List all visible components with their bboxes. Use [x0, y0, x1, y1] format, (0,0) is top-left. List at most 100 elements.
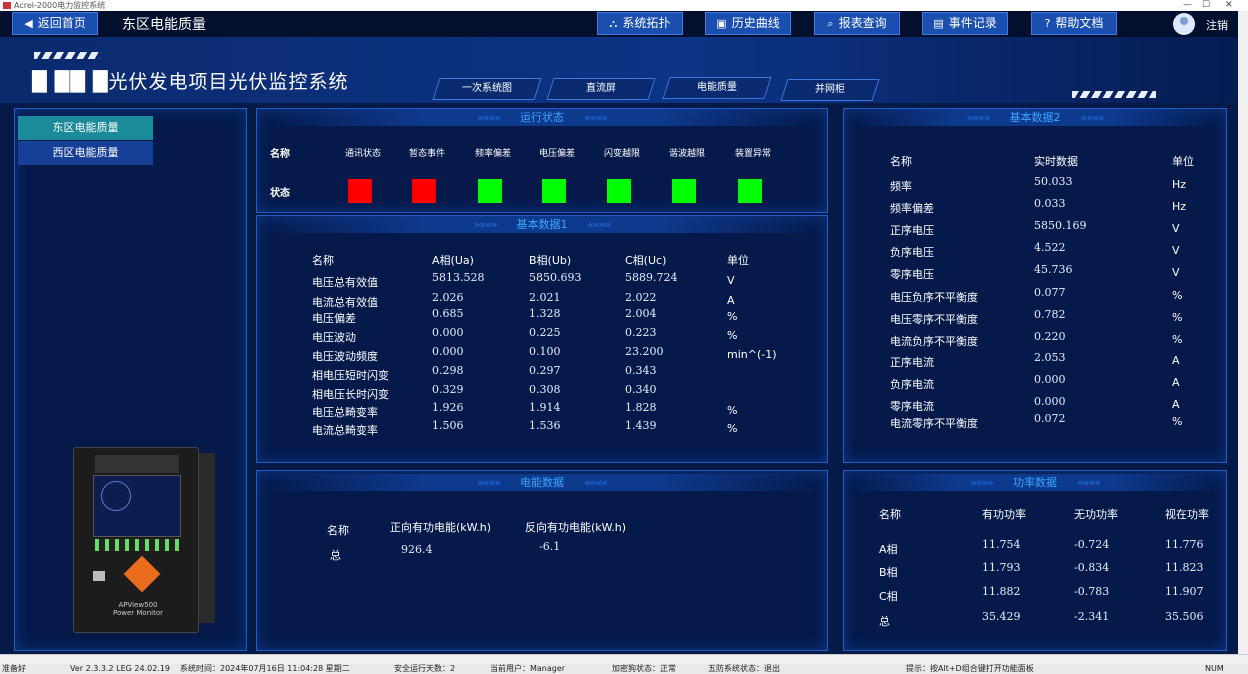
- status-indicator: [348, 179, 372, 203]
- status-ready: 准备好: [2, 664, 26, 673]
- status-item-label: 频率偏差: [475, 149, 512, 159]
- status-indicator: [542, 179, 566, 203]
- basic1-cell: V: [727, 274, 735, 287]
- status-safe-days: 安全运行天数：2: [394, 664, 456, 673]
- power-header: 无功功率: [1074, 508, 1118, 521]
- basic2-cell: 频率偏差: [890, 202, 934, 215]
- topology-label: 系统拓扑: [622, 16, 671, 30]
- basic1-cell: 1.536: [529, 419, 561, 432]
- power-header: 有功功率: [982, 508, 1026, 521]
- tab-label: 直流屏: [586, 83, 616, 94]
- basic1-cell: 5813.528: [432, 271, 485, 284]
- header-arrows-left: »»»»: [473, 218, 498, 231]
- basic2-cell: 电流零序不平衡度: [890, 417, 978, 430]
- status-version: Ver 2.3.3.2 LEG 24.02.19: [70, 664, 171, 673]
- topology-button[interactable]: ⛬ 系统拓扑: [597, 12, 683, 35]
- topology-icon: ⛬: [609, 17, 618, 30]
- basic2-cell: 45.736: [1034, 263, 1073, 276]
- top-nav: ◀ 返回首页 东区电能质量 ⛬ 系统拓扑 ▣ 历史曲线 ⌕ 报表查询 ▤ 事件记录 ? 帮助…: [0, 11, 1248, 37]
- status-indicator: [478, 179, 502, 203]
- basic2-cell: 负序电流: [890, 378, 934, 391]
- maximize-button[interactable]: ☐: [1202, 0, 1210, 11]
- basic2-cell: 2.053: [1034, 351, 1066, 364]
- basic1-header: 名称: [312, 254, 334, 267]
- basic1-cell: 0.297: [529, 364, 561, 377]
- basic2-cell: V: [1172, 266, 1180, 279]
- search-icon: ⌕: [827, 17, 834, 30]
- sidebar-item-east[interactable]: 东区电能质量: [18, 116, 153, 140]
- power-cell: A相: [879, 543, 898, 556]
- basic2-header: 单位: [1172, 155, 1194, 168]
- tab-primary-diagram[interactable]: 一次系统图: [432, 78, 542, 100]
- minimize-button[interactable]: —: [1183, 0, 1192, 11]
- close-button[interactable]: ✕: [1225, 0, 1233, 11]
- vertical-scrollbar[interactable]: [1238, 11, 1248, 654]
- horizontal-scrollbar[interactable]: [0, 654, 1248, 664]
- home-button[interactable]: ◀ 返回首页: [12, 12, 98, 35]
- status-item-label: 装置异常: [735, 149, 772, 159]
- header-arrows-right: ««««: [1080, 111, 1105, 124]
- history-curve-button[interactable]: ▣ 历史曲线: [705, 12, 791, 35]
- power-cell: 35.506: [1165, 610, 1204, 623]
- app-icon: [3, 2, 11, 9]
- basic2-cell: A: [1172, 354, 1180, 367]
- status-bar: 准备好 Ver 2.3.3.2 LEG 24.02.19 系统时间：2024年0…: [0, 664, 1248, 674]
- basic1-cell: 0.223: [625, 326, 657, 339]
- status-indicator: [738, 179, 762, 203]
- avatar[interactable]: [1173, 13, 1195, 35]
- header-arrows-right: ««««: [584, 476, 608, 489]
- basic1-cell: 1.506: [432, 419, 464, 432]
- basic1-cell: 2.004: [625, 307, 657, 320]
- basic-data-2-panel: »»»» 基本数据2 «««« 名称 实时数据 单位 频率 50.033 Hz 频率偏差 0.03…: [843, 108, 1227, 463]
- power-cell: 11.793: [982, 561, 1021, 574]
- report-query-button[interactable]: ⌕ 报表查询: [814, 12, 900, 35]
- sidebar-item-west[interactable]: 西区电能质量: [18, 141, 153, 165]
- event-log-button[interactable]: ▤ 事件记录: [922, 12, 1008, 35]
- run-status-panel: »»»» 运行状态 «««« 名称 状态 通讯状态 暂态事件 频率偏差 电压偏差 闪变越限 谐…: [256, 108, 828, 213]
- basic2-cell: 0.000: [1034, 373, 1066, 386]
- status-num: NUM: [1205, 664, 1224, 673]
- basic1-cell: 0.308: [529, 383, 561, 396]
- panel-title: 运行状态: [520, 111, 564, 124]
- tab-dc-panel[interactable]: 直流屏: [546, 78, 656, 100]
- tab-power-quality[interactable]: 电能质量: [662, 77, 772, 99]
- device-side: [199, 453, 215, 623]
- logout-button[interactable]: 注销: [1206, 17, 1228, 33]
- basic1-cell: 电流总畸变率: [312, 424, 378, 437]
- page-title: 东区电能质量: [122, 17, 206, 33]
- basic2-cell: 0.782: [1034, 308, 1066, 321]
- basic2-cell: %: [1172, 289, 1183, 302]
- panel-title: 功率数据: [1013, 476, 1057, 489]
- basic2-cell: 零序电流: [890, 400, 934, 413]
- device-screen-dial: [101, 481, 131, 511]
- basic1-cell: 1.328: [529, 307, 561, 320]
- document-icon: ▤: [933, 17, 944, 30]
- help-doc-button[interactable]: ? 帮助文档: [1031, 12, 1117, 35]
- tab-grid-cabinet[interactable]: 并网柜: [780, 79, 880, 101]
- basic1-cell: 0.329: [432, 383, 464, 396]
- status-dongle: 加密狗状态：正常: [612, 664, 676, 673]
- panel-title: 电能数据: [520, 476, 564, 489]
- history-label: 历史曲线: [731, 16, 780, 30]
- panel-title: 基本数据1: [516, 218, 568, 231]
- basic2-cell: 0.072: [1034, 412, 1066, 425]
- power-data-panel: »»»» 功率数据 «««« 名称 有功功率 无功功率 视在功率 A相 11.754 -0.72…: [843, 470, 1227, 651]
- power-cell: -2.341: [1074, 610, 1110, 623]
- basic1-cell: 2.026: [432, 291, 464, 304]
- basic1-header: 单位: [727, 254, 749, 267]
- status-tip: 提示：按Alt+D组合键打开功能面板: [906, 664, 1034, 673]
- header-arrows-left: »»»»: [970, 476, 994, 489]
- basic2-header: 名称: [890, 155, 912, 168]
- power-cell: -0.783: [1074, 585, 1110, 598]
- basic2-cell: 正序电压: [890, 224, 934, 237]
- basic1-cell: 电压偏差: [312, 312, 356, 325]
- basic1-cell: 电压总畸变率: [312, 406, 378, 419]
- header-arrows-right: ««««: [584, 111, 608, 124]
- energy-forward-value: 926.4: [401, 543, 433, 556]
- basic1-cell: 0.000: [432, 345, 464, 358]
- status-user: 当前用户：Manager: [490, 664, 566, 673]
- header-arrows-right: ««««: [1077, 476, 1101, 489]
- energy-header-reverse: 反向有功电能(kW.h): [525, 521, 627, 534]
- basic1-cell: 0.343: [625, 364, 657, 377]
- basic2-cell: 负序电压: [890, 246, 934, 259]
